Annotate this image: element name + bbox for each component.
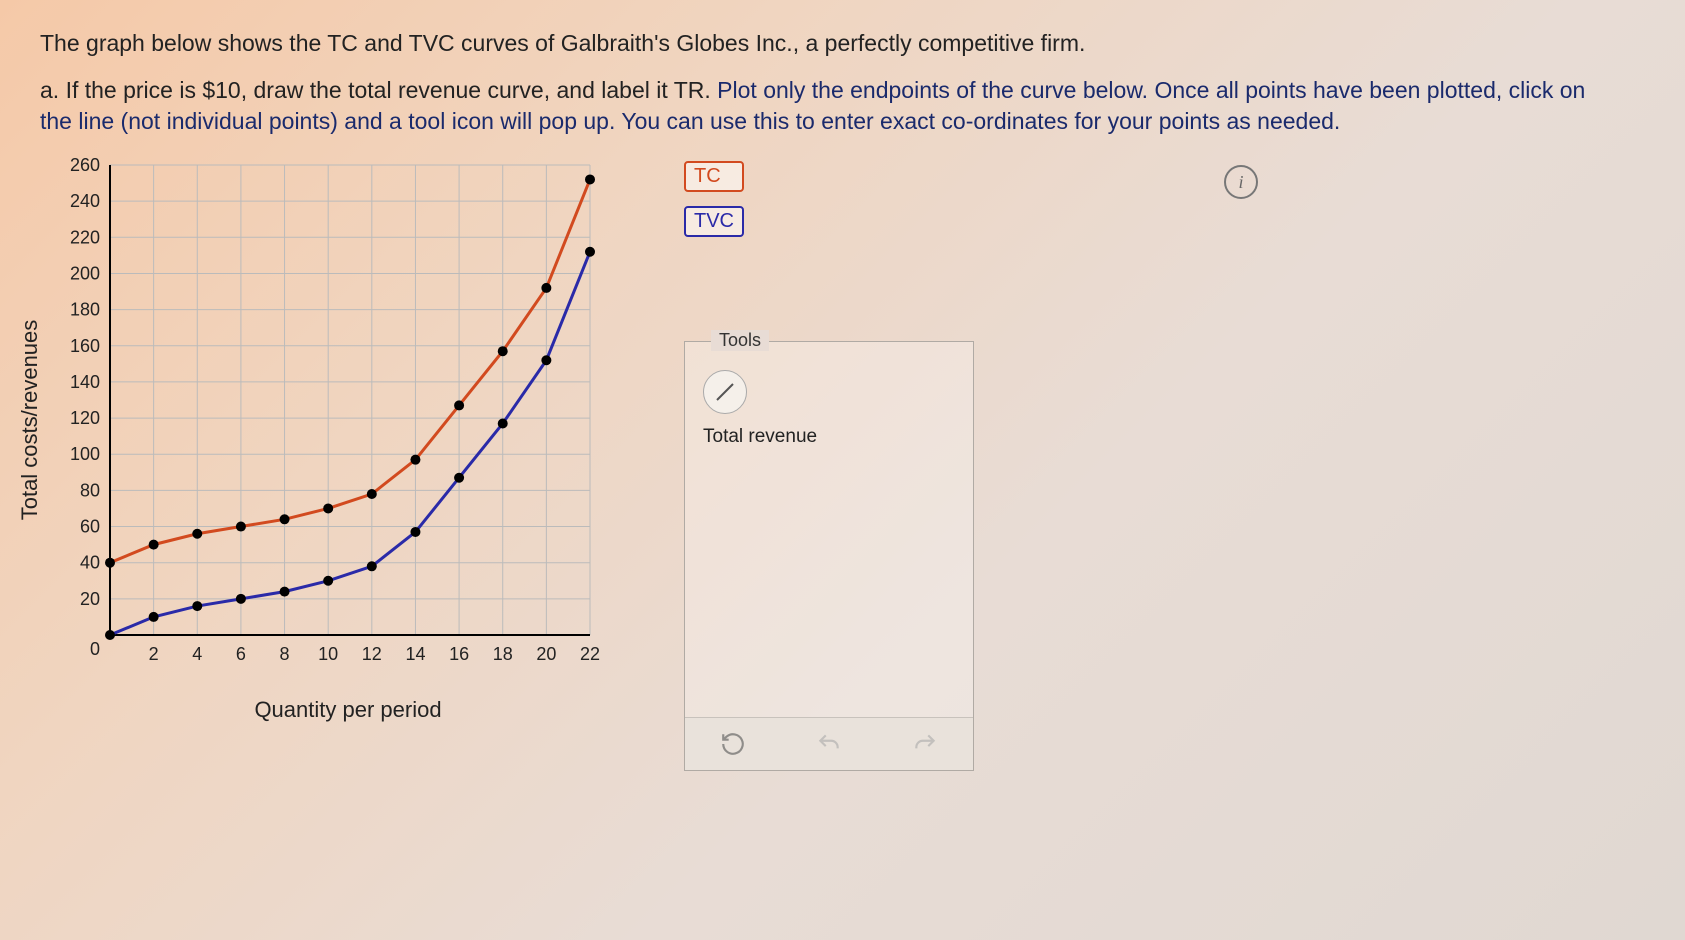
series-point-tvc[interactable] [105, 630, 115, 640]
instruction-part-a: a. If the price is $10, draw the total r… [40, 77, 711, 103]
series-point-tvc[interactable] [149, 612, 159, 622]
line-tool-label: Total revenue [703, 426, 817, 448]
intro-text: The graph below shows the TC and TVC cur… [40, 30, 1645, 57]
series-point-tc[interactable] [498, 346, 508, 356]
x-axis-label: Quantity per period [254, 697, 441, 723]
series-point-tc[interactable] [323, 504, 333, 514]
x-tick-label: 14 [405, 644, 425, 664]
legend-tc[interactable]: TC [684, 161, 744, 192]
tools-panel: Tools Total revenue [684, 341, 974, 771]
x-tick-label: 12 [362, 644, 382, 664]
x-tick-label: 8 [280, 644, 290, 664]
undo-icon[interactable] [809, 724, 849, 764]
series-point-tc[interactable] [367, 489, 377, 499]
info-icon[interactable]: i [1224, 165, 1258, 199]
x-tick-label: 6 [236, 644, 246, 664]
instruction-text: a. If the price is $10, draw the total r… [40, 75, 1620, 137]
series-point-tc[interactable] [236, 522, 246, 532]
y-tick-label: 40 [80, 553, 100, 573]
series-point-tc[interactable] [105, 558, 115, 568]
y-tick-label: 240 [70, 191, 100, 211]
y-tick-label: 220 [70, 227, 100, 247]
x-tick-label: 18 [493, 644, 513, 664]
legend-tvc[interactable]: TVC [684, 206, 744, 237]
series-point-tvc[interactable] [541, 355, 551, 365]
series-point-tc[interactable] [454, 401, 464, 411]
series-point-tc[interactable] [280, 514, 290, 524]
y-tick-label: 160 [70, 336, 100, 356]
series-point-tvc[interactable] [498, 419, 508, 429]
reset-icon[interactable] [713, 724, 753, 764]
y-tick-label: 120 [70, 408, 100, 428]
series-point-tvc[interactable] [236, 594, 246, 604]
y-tick-label: 60 [80, 517, 100, 537]
series-point-tvc[interactable] [367, 561, 377, 571]
y-tick-label: 180 [70, 300, 100, 320]
chart-svg[interactable]: 2468101214161820220204060801001201401601… [40, 155, 600, 685]
y-tick-label: 140 [70, 372, 100, 392]
x-tick-label: 10 [318, 644, 338, 664]
y-tick-label: 20 [80, 589, 100, 609]
series-point-tvc[interactable] [454, 473, 464, 483]
tools-title: Tools [711, 330, 769, 351]
x-tick-label: 2 [149, 644, 159, 664]
series-point-tvc[interactable] [280, 587, 290, 597]
x-tick-label: 20 [536, 644, 556, 664]
series-point-tc[interactable] [149, 540, 159, 550]
series-point-tvc[interactable] [410, 527, 420, 537]
series-point-tc[interactable] [585, 175, 595, 185]
series-point-tvc[interactable] [323, 576, 333, 586]
x-tick-label: 4 [192, 644, 202, 664]
series-point-tc[interactable] [541, 283, 551, 293]
series-point-tc[interactable] [410, 455, 420, 465]
series-point-tvc[interactable] [585, 247, 595, 257]
y-tick-label: 80 [80, 480, 100, 500]
line-tool-button[interactable] [703, 370, 747, 414]
x-tick-label: 22 [580, 644, 600, 664]
x-tick-label: 16 [449, 644, 469, 664]
tools-footer [685, 717, 973, 770]
y-tick-label: 100 [70, 444, 100, 464]
origin-label: 0 [90, 639, 100, 659]
redo-icon[interactable] [905, 724, 945, 764]
y-tick-label: 260 [70, 155, 100, 175]
series-point-tvc[interactable] [192, 601, 202, 611]
series-point-tc[interactable] [192, 529, 202, 539]
chart-area[interactable]: Total costs/revenues Quantity per period… [40, 155, 600, 685]
y-tick-label: 200 [70, 264, 100, 284]
